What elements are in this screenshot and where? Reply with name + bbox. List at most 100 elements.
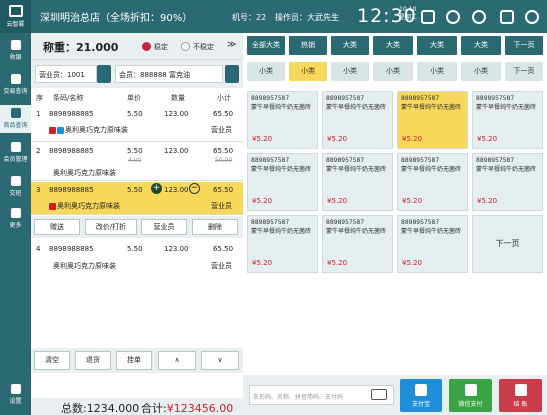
subcategory[interactable]: 小类 [373, 62, 413, 81]
header-code: 条码/名称 [53, 94, 84, 102]
change-price-button[interactable]: 改价/打折 [85, 219, 137, 235]
table-header: 序 条码/名称 单价 数量 小计 [31, 91, 243, 105]
search-bar: 条形码、名称、拼音简码、支付码 支付宝 微信支付 结 账 [243, 375, 547, 415]
nav-shift[interactable]: 交班 [0, 173, 31, 201]
product-price: ¥5.20 [252, 197, 273, 205]
product-tile[interactable]: 8898957587 蒙牛早餐纯牛奶无菌砖 ¥5.20 [322, 215, 393, 273]
product-code: 8898957587 [251, 157, 290, 164]
power-icon[interactable] [525, 10, 539, 24]
pos-window: 云智雾 深圳明治总店（全场折扣：90%） 机号：22 操作员：大武先生 12:3… [0, 0, 547, 415]
category-big[interactable]: 大类 [331, 36, 369, 55]
wechat-pay-button[interactable]: 微信支付 [449, 379, 492, 412]
cart-row[interactable]: 1 8898988885 5.50 123.00 65.50 奥利奥巧克力原味装… [31, 106, 243, 142]
cart-row[interactable]: 4 8898988885 5.50 123.00 65.50 奥利奥巧克力原味装… [31, 241, 243, 277]
clerk-clear-icon[interactable] [97, 65, 111, 83]
subcategory[interactable]: 小类 [461, 62, 501, 81]
category-big[interactable]: 大类 [461, 36, 501, 55]
nav-member[interactable]: 会员管理 [0, 139, 31, 167]
cart-row-selected[interactable]: 3 8898988885 5.50 + 123.00 − 65.50 奥利奥巧克… [31, 182, 243, 215]
row-price: 5.50 [127, 110, 143, 118]
bottom-action-bar: 清空 退货 挂单 ∧ ∨ [31, 348, 243, 373]
category-all[interactable]: 全部大类 [247, 36, 285, 55]
product-code: 8898957587 [326, 95, 365, 102]
row-clerk: 营业员 [211, 126, 232, 134]
gift-button[interactable]: 赠送 [34, 219, 80, 235]
product-code: 8898957587 [326, 219, 365, 226]
row-name: 奥利奥巧克力原味装 [53, 262, 116, 270]
product-price: ¥5.20 [402, 259, 423, 267]
product-tile[interactable]: 8898957587 蒙牛早餐纯牛奶无菌砖 ¥5.20 [322, 91, 393, 149]
product-tile[interactable]: 8898957587 蒙牛早餐纯牛奶无菌砖 ¥5.20 [472, 153, 543, 211]
subcategory-next-page[interactable]: 下一页 [505, 62, 543, 81]
category-hot[interactable]: 热销 [289, 36, 327, 55]
product-name: 蒙牛早餐纯牛奶无菌砖 [326, 104, 387, 111]
nav-product-query[interactable]: 商品查询 [0, 105, 31, 133]
return-button[interactable]: 退货 [75, 351, 111, 370]
row-index: 3 [36, 186, 41, 194]
refresh-icon[interactable] [446, 10, 460, 24]
qty-minus-icon[interactable]: − [189, 183, 200, 194]
category-big[interactable]: 大类 [373, 36, 413, 55]
row-price: 5.50 [127, 147, 143, 155]
product-tile[interactable]: 8898957587 蒙牛早餐纯牛奶无菌砖 ¥5.20 [322, 153, 393, 211]
clerk-field[interactable]: 营业员：1001 [35, 65, 97, 83]
product-next-page-button[interactable]: 下一页 [472, 215, 543, 273]
product-tile[interactable]: 8898957587 蒙牛早餐纯牛奶无菌砖 ¥5.20 [247, 153, 318, 211]
subcategory[interactable]: 小类 [247, 62, 285, 81]
product-tile[interactable]: 8898957587 蒙牛早餐纯牛奶无菌砖 ¥5.20 [247, 215, 318, 273]
machine-number: 机号：22 [232, 13, 267, 22]
product-name: 蒙牛早餐纯牛奶无菌砖 [401, 228, 462, 235]
nav-more[interactable]: 更多 [0, 205, 31, 233]
grid-icon [10, 208, 21, 218]
row-old-price: 4.00 [128, 157, 142, 164]
header-index: 序 [36, 94, 43, 102]
qty-plus-icon[interactable]: + [151, 183, 162, 194]
cart-row[interactable]: 2 8898988885 5.50 123.00 65.50 4.00 50.0… [31, 143, 243, 181]
hang-order-button[interactable]: 挂单 [116, 351, 152, 370]
scroll-up-button[interactable]: ∧ [158, 351, 196, 370]
nav-checkout[interactable]: 收银 [0, 37, 31, 65]
collapse-chevron-icon[interactable]: ≫ [227, 40, 236, 50]
row-code: 8898988885 [49, 245, 94, 253]
product-code: 8898957587 [401, 95, 440, 102]
subcategory[interactable]: 小类 [331, 62, 369, 81]
category-next-page[interactable]: 下一页 [505, 36, 543, 55]
product-code: 8898957587 [251, 219, 290, 226]
weight-readout: 称重：21.000 [43, 41, 119, 54]
product-tile[interactable]: 8898957587 蒙牛早餐纯牛奶无菌砖 ¥5.20 [397, 91, 468, 149]
product-tile[interactable]: 8898957587 蒙牛早餐纯牛奶无菌砖 ¥5.20 [247, 91, 318, 149]
person-icon [10, 176, 21, 186]
lock-icon[interactable] [421, 10, 435, 24]
cash-drawer-icon[interactable] [500, 10, 514, 24]
product-price: ¥5.20 [402, 135, 423, 143]
subcategory-selected[interactable]: 小类 [289, 62, 327, 81]
nav-settings[interactable]: 设置 [0, 381, 31, 409]
alipay-button[interactable]: 支付宝 [400, 379, 442, 412]
product-tile[interactable]: 8898957587 蒙牛早餐纯牛奶无菌砖 ¥5.20 [472, 91, 543, 149]
product-tile[interactable]: 8898957587 蒙牛早餐纯牛奶无菌砖 ¥5.20 [397, 153, 468, 211]
nav-trade-query[interactable]: 交易查询 [0, 71, 31, 99]
left-nav: 收银 交易查询 商品查询 会员管理 交班 更多 设置 [0, 33, 31, 415]
category-big[interactable]: 大类 [417, 36, 457, 55]
header-qty: 数量 [171, 94, 185, 102]
subcategory[interactable]: 小类 [417, 62, 457, 81]
product-tile[interactable]: 8898957587 蒙牛早餐纯牛奶无菌砖 ¥5.20 [397, 215, 468, 273]
row-name: 奥利奥巧克力原味装 [49, 125, 128, 135]
wifi-icon[interactable] [472, 10, 486, 24]
gear-icon [10, 384, 21, 394]
clerk-button[interactable]: 营业员 [141, 219, 187, 235]
clear-button[interactable]: 清空 [34, 351, 70, 370]
row-index: 1 [36, 110, 41, 118]
alipay-icon [415, 384, 427, 396]
member-clear-icon[interactable] [225, 65, 239, 83]
yen-icon [514, 384, 527, 396]
total-quantity: 总数:1234.000 [61, 402, 140, 415]
row-index: 2 [36, 147, 41, 155]
logo-icon [8, 5, 23, 17]
scroll-down-button[interactable]: ∨ [201, 351, 239, 370]
checkout-button[interactable]: 结 账 [499, 379, 542, 412]
keyboard-icon[interactable] [371, 389, 387, 400]
product-code: 8898957587 [326, 157, 365, 164]
member-field[interactable]: 会员：888888 富克油 [115, 65, 223, 83]
delete-button[interactable]: 删除 [192, 219, 238, 235]
